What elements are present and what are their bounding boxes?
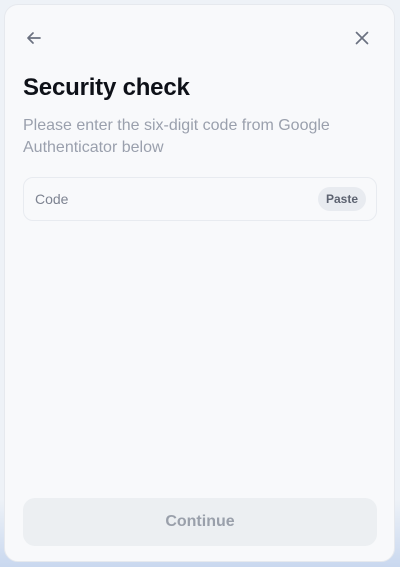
close-button[interactable] — [348, 24, 376, 52]
back-button[interactable] — [20, 24, 48, 52]
page-title: Security check — [23, 74, 190, 101]
code-field: Paste — [23, 177, 377, 221]
security-check-dialog: Security check Please enter the six-digi… — [4, 4, 395, 562]
close-icon — [355, 31, 369, 45]
code-input[interactable] — [24, 178, 304, 220]
instructions-text: Please enter the six-digit code from Goo… — [23, 117, 330, 156]
paste-button[interactable]: Paste — [317, 187, 366, 211]
continue-button[interactable]: Continue — [23, 498, 377, 546]
arrow-left-icon — [27, 32, 41, 44]
